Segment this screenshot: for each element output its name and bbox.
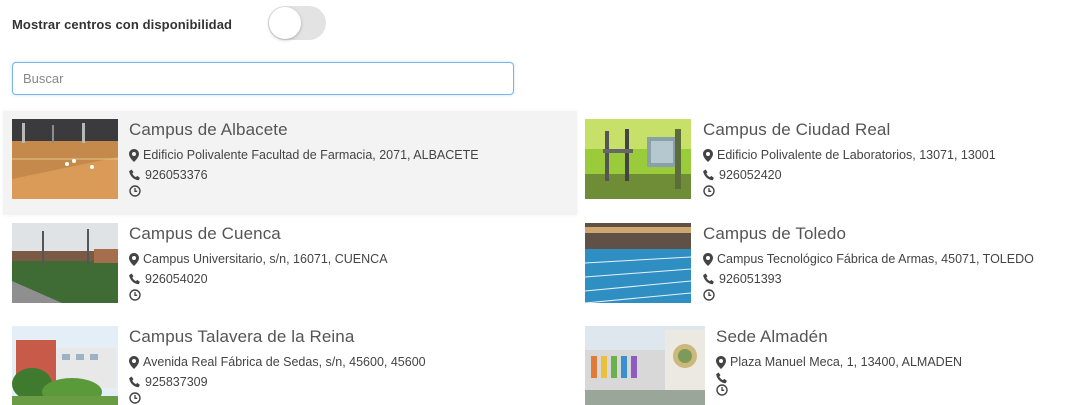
phone-icon	[716, 372, 727, 384]
map-marker-icon	[129, 148, 139, 162]
map-marker-icon	[703, 252, 713, 266]
center-address: Edificio Polivalente de Laboratorios, 13…	[717, 148, 996, 162]
center-photo	[585, 326, 705, 405]
center-name[interactable]: Sede Almadén	[716, 326, 962, 348]
center-card-albacete[interactable]: Campus de Albacete Edificio Polivalente …	[3, 111, 577, 215]
availability-filter: Mostrar centros con disponibilidad	[12, 6, 232, 42]
center-card-almaden[interactable]: Sede Almadén Plaza Manuel Meca, 1, 13400…	[585, 326, 1085, 405]
clock-icon	[703, 185, 715, 197]
phone-icon	[129, 376, 140, 388]
center-address: Avenida Real Fábrica de Sedas, s/n, 4560…	[143, 355, 426, 369]
center-card-cuenca[interactable]: Campus de Cuenca Campus Universitario, s…	[12, 223, 572, 313]
phone-icon	[703, 169, 714, 181]
center-photo	[12, 223, 118, 303]
center-card-toledo[interactable]: Campus de Toledo Campus Tecnológico Fábr…	[585, 223, 1085, 313]
availability-toggle[interactable]	[268, 6, 326, 40]
toggle-knob[interactable]	[269, 7, 301, 39]
center-card-ciudad-real[interactable]: Campus de Ciudad Real Edificio Polivalen…	[585, 119, 1085, 215]
center-name[interactable]: Campus Talavera de la Reina	[129, 326, 426, 348]
center-phone: 925837309	[145, 375, 208, 389]
map-marker-icon	[716, 355, 726, 369]
availability-filter-label: Mostrar centros con disponibilidad	[12, 16, 233, 32]
clock-icon	[129, 185, 141, 197]
center-address: Plaza Manuel Meca, 1, 13400, ALMADEN	[730, 355, 963, 369]
phone-icon	[129, 273, 140, 285]
phone-icon	[703, 273, 714, 285]
search-input[interactable]	[12, 62, 514, 95]
center-name[interactable]: Campus de Cuenca	[129, 223, 388, 245]
map-marker-icon	[703, 148, 713, 162]
center-phone: 926052420	[719, 168, 782, 182]
clock-icon	[129, 289, 141, 301]
center-phone: 926054020	[145, 272, 208, 286]
center-name[interactable]: Campus de Ciudad Real	[703, 119, 996, 141]
center-photo	[585, 119, 691, 199]
center-address: Campus Tecnológico Fábrica de Armas, 450…	[717, 252, 1034, 266]
center-name[interactable]: Campus de Albacete	[129, 119, 479, 141]
phone-icon	[129, 169, 140, 181]
center-phone: 926053376	[145, 168, 208, 182]
clock-icon	[703, 289, 715, 301]
clock-icon	[716, 384, 728, 396]
center-photo	[585, 223, 691, 303]
map-marker-icon	[129, 252, 139, 266]
clock-icon	[129, 392, 141, 404]
center-photo	[12, 119, 118, 199]
center-address: Edificio Polivalente Facultad de Farmaci…	[143, 148, 479, 162]
map-marker-icon	[129, 355, 139, 369]
center-phone: 926051393	[719, 272, 782, 286]
center-card-talavera[interactable]: Campus Talavera de la Reina Avenida Real…	[12, 326, 572, 405]
center-address: Campus Universitario, s/n, 16071, CUENCA	[143, 252, 388, 266]
center-name[interactable]: Campus de Toledo	[703, 223, 1034, 245]
center-photo	[12, 326, 118, 405]
